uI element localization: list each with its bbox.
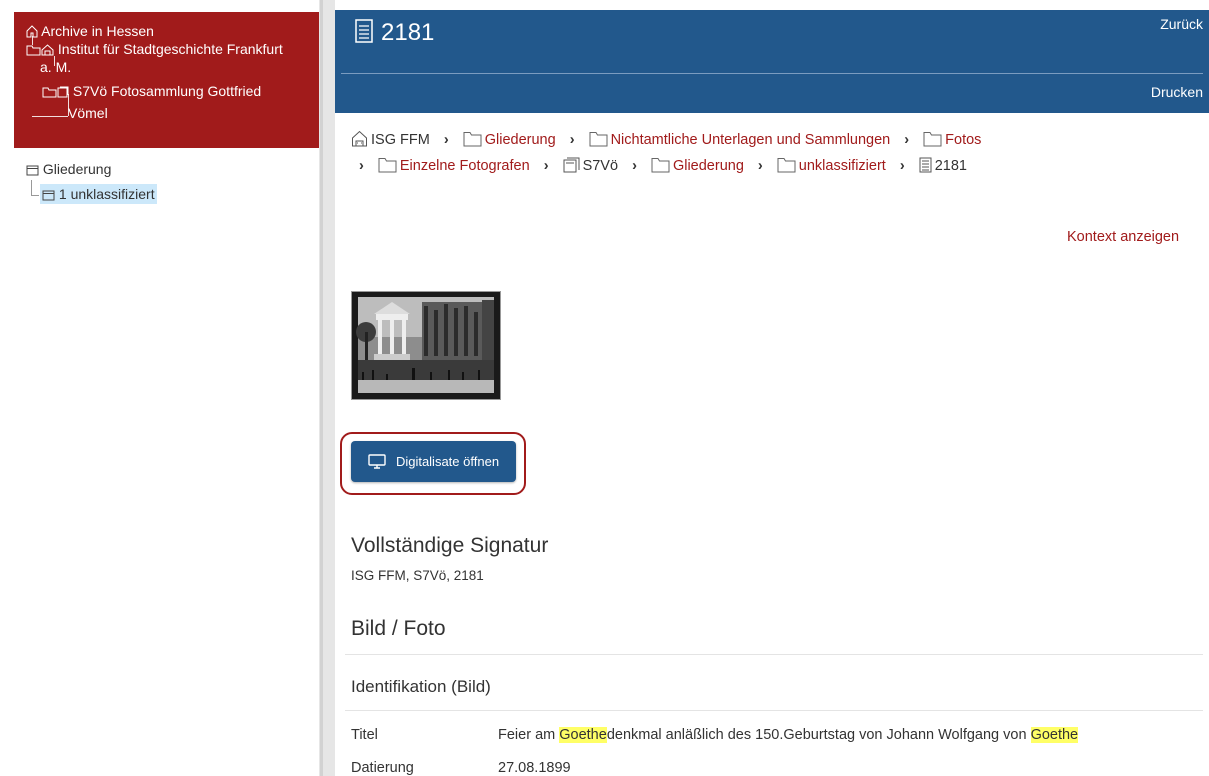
tree-item-label: 1 unklassifiziert: [58, 186, 155, 202]
breadcrumb-item-nichtamtliche[interactable]: Nichtamtliche Unterlagen und Sammlungen: [589, 132, 890, 148]
field-value-datierung: 27.08.1899: [498, 760, 571, 776]
breadcrumb-item-gliederung[interactable]: Gliederung: [463, 132, 556, 148]
search-highlight: Goethe: [559, 727, 607, 743]
archive-tree-panel: Archive in Hessen Institut für Stadtgesc…: [14, 12, 319, 148]
collection-icon: [57, 86, 69, 98]
tree-item-s7voe-cont: Vömel: [68, 104, 108, 122]
section-divider: [345, 654, 1203, 655]
tree-item-label-cont: a. M.: [40, 59, 72, 75]
record-header: 2181 Zurück Drucken: [335, 10, 1209, 113]
photo-thumbnail[interactable]: [351, 291, 501, 400]
field-value-titel: Feier am Goethedenkmal anläßlich des 150…: [498, 727, 1079, 743]
tree-item-institut-cont: a. M.: [40, 58, 71, 76]
tree-item-institut[interactable]: Institut für Stadtgeschichte Frankfurt: [26, 40, 283, 58]
chevron-right-icon: ›: [569, 132, 575, 148]
signatur-value: ISG FFM, S7Vö, 2181: [351, 568, 484, 583]
tree-item-unklassifiziert[interactable]: 1 unklassifiziert: [40, 184, 157, 204]
tree-item-archive-hessen[interactable]: Archive in Hessen: [26, 22, 154, 40]
chevron-right-icon: ›: [899, 158, 905, 174]
folder-icon: [651, 158, 670, 173]
document-icon: [355, 19, 373, 43]
chevron-right-icon: ›: [904, 132, 910, 148]
folder-icon: [26, 45, 41, 56]
folder-icon: [378, 158, 397, 173]
chevron-right-icon: ›: [632, 158, 637, 174]
monitor-icon: [368, 454, 386, 469]
chevron-right-icon: ›: [443, 132, 449, 148]
document-icon: [919, 157, 932, 173]
folder-icon: [463, 132, 482, 147]
show-context-link[interactable]: Kontext anzeigen: [1067, 229, 1179, 245]
breadcrumb-item-fotos[interactable]: Fotos: [923, 132, 981, 148]
tree-item-label: Gliederung: [42, 161, 112, 177]
tree-item-label-cont: Vömel: [68, 105, 108, 121]
field-label-titel: Titel: [351, 727, 378, 743]
folder-icon: [777, 158, 796, 173]
back-button[interactable]: Zurück: [1160, 16, 1203, 32]
open-digital-copies-label: Digitalisate öffnen: [395, 454, 500, 469]
bild-foto-heading: Bild / Foto: [351, 617, 446, 640]
box-folder-icon: [26, 165, 39, 176]
field-label-datierung: Datierung: [351, 760, 414, 776]
breadcrumb: ISG FFM › Gliederung › Nichtamtliche Unt…: [351, 130, 981, 149]
breadcrumb-item-gliederung-2[interactable]: Gliederung: [651, 158, 744, 174]
breadcrumb-item-einzelne-fotografen[interactable]: Einzelne Fotografen: [378, 158, 530, 174]
open-digital-copies-button[interactable]: Digitalisate öffnen: [351, 441, 516, 482]
photo-thumbnail-image: [352, 292, 500, 399]
folder-icon: [589, 132, 608, 147]
search-highlight: Goethe: [1030, 727, 1079, 743]
folder-icon: [42, 87, 57, 98]
page-title-text: 2181: [381, 19, 435, 46]
box-folder-icon: [42, 190, 55, 201]
building-icon: [26, 25, 38, 38]
institution-icon: [41, 44, 54, 56]
print-button[interactable]: Drucken: [1151, 84, 1203, 100]
tree-item-s7voe[interactable]: S7Vö Fotosammlung Gottfried: [42, 82, 261, 100]
header-divider: [341, 73, 1203, 74]
breadcrumb-item-unklassifiziert[interactable]: unklassifiziert: [777, 158, 886, 174]
chevron-right-icon: ›: [757, 158, 763, 174]
splitter-handle[interactable]: [320, 0, 323, 776]
tree-item-label: Archive in Hessen: [41, 23, 154, 39]
signatur-heading: Vollständige Signatur: [351, 534, 549, 557]
folder-icon: [923, 132, 942, 147]
identifikation-heading: Identifikation (Bild): [351, 677, 491, 696]
breadcrumb-item-isg: ISG FFM: [351, 130, 430, 148]
tree-item-gliederung[interactable]: Gliederung: [26, 160, 111, 178]
section-divider: [345, 710, 1203, 711]
sidebar: Archive in Hessen Institut für Stadtgesc…: [0, 0, 319, 776]
breadcrumb-item-s7voe: S7Vö: [563, 157, 618, 174]
chevron-right-icon: ›: [543, 158, 549, 174]
institution-icon: [352, 130, 367, 147]
tree-item-label: Institut für Stadtgeschichte Frankfurt: [57, 41, 283, 57]
collection-icon: [563, 157, 580, 173]
breadcrumb-line-2: › Einzelne Fotografen › S7Vö › Gliederun…: [359, 157, 967, 175]
tree-item-label: S7Vö Fotosammlung Gottfried: [72, 83, 262, 99]
breadcrumb-item-current: 2181: [919, 157, 967, 174]
page-title: 2181: [355, 18, 434, 48]
chevron-right-icon: ›: [359, 158, 364, 174]
